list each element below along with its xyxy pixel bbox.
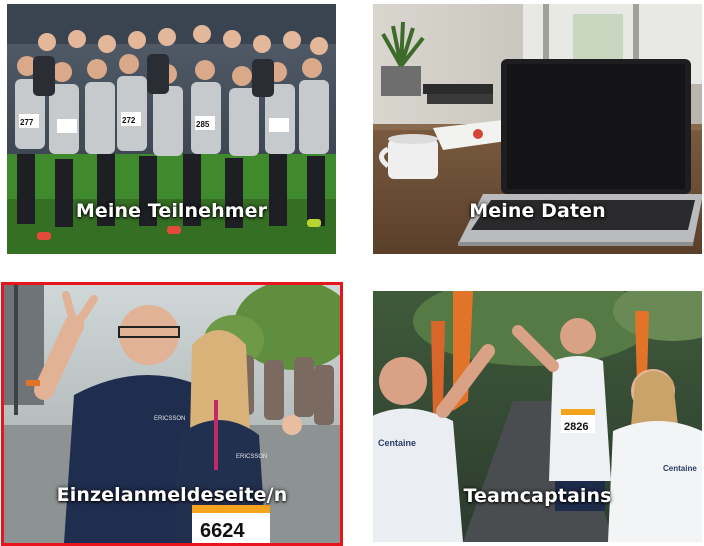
tile-einzelanmeldeseite[interactable]: 6624 ERICSSON ERICSSON Einzelanmeldeseit… bbox=[1, 282, 343, 546]
tile-meine-daten[interactable]: Meine Daten bbox=[373, 4, 702, 254]
bib-272: 272 bbox=[122, 116, 136, 125]
shirt-logo: ERICSSON bbox=[154, 416, 185, 422]
bib-277: 277 bbox=[20, 118, 34, 127]
tile-label: Meine Daten bbox=[469, 200, 606, 222]
tile-teamcaptains[interactable]: Centaine 2826 Centaine Teamcaptains bbox=[373, 291, 702, 542]
tile-grid: 277 272 285 Meine Teilnehmer Meine Daten… bbox=[0, 0, 704, 546]
tile-label: Teamcaptains bbox=[463, 485, 612, 507]
shirt-logo: ERICSSON bbox=[236, 454, 267, 460]
bib-2826: 2826 bbox=[564, 421, 588, 433]
tile-meine-teilnehmer[interactable]: 277 272 285 Meine Teilnehmer bbox=[7, 4, 336, 254]
bib-285: 285 bbox=[196, 120, 210, 129]
tile-label: Meine Teilnehmer bbox=[75, 200, 268, 222]
shirt-brand: Centaine bbox=[378, 438, 416, 448]
shirt-brand: Centaine bbox=[663, 464, 697, 473]
tile-label: Einzelanmeldeseite/n bbox=[56, 484, 288, 506]
bib-6624: 6624 bbox=[200, 520, 245, 542]
